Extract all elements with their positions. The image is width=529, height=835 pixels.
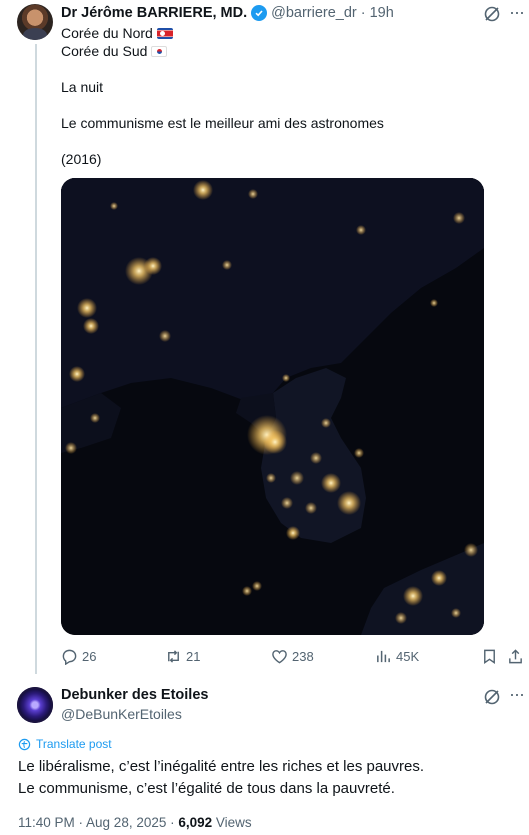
tweet-meta: 11:40 PM · Aug 28, 2025 · 6,092 Views bbox=[18, 815, 252, 830]
text-line-south-korea: Corée du Sud bbox=[61, 43, 148, 59]
reply-icon bbox=[62, 649, 77, 665]
views-count: 45K bbox=[396, 648, 420, 664]
reply-button[interactable]: 26 bbox=[61, 646, 96, 666]
heart-icon bbox=[272, 649, 287, 663]
author-handle-2[interactable]: @DeBunKerEtoiles bbox=[61, 706, 182, 722]
verified-badge-icon bbox=[251, 5, 268, 21]
tweet-timestamp[interactable]: 11:40 PM · Aug 28, 2025 · bbox=[18, 815, 178, 830]
korea-night-satellite-image[interactable] bbox=[61, 178, 484, 635]
text-line-communism-poverty: Le communisme, c’est l’égalité de tous d… bbox=[18, 780, 395, 797]
bookmark-icon bbox=[484, 649, 495, 664]
share-button[interactable] bbox=[507, 646, 524, 666]
like-button[interactable]: 238 bbox=[271, 646, 314, 666]
text-line-year: (2016) bbox=[61, 151, 102, 167]
author-name[interactable]: Dr Jérôme BARRIERE, MD. bbox=[61, 5, 247, 21]
author-name-2[interactable]: Debunker des Etoiles bbox=[61, 687, 208, 703]
text-line: Corée du Sud bbox=[61, 42, 384, 60]
translate-post-link[interactable]: Translate post bbox=[18, 737, 112, 751]
tweet-text-2: Le libéralisme, c’est l’inégalité entre … bbox=[18, 756, 424, 800]
bookmark-button[interactable] bbox=[481, 646, 498, 666]
text-line-north-korea: Corée du Nord bbox=[61, 25, 153, 41]
repost-button[interactable]: 21 bbox=[165, 646, 200, 666]
bar-chart-icon bbox=[377, 650, 390, 662]
views-button[interactable]: 45K bbox=[375, 646, 419, 666]
tweet-header: Dr Jérôme BARRIERE, MD. @barriere_dr · 1… bbox=[61, 4, 394, 22]
repost-count: 21 bbox=[186, 648, 201, 664]
translate-label: Translate post bbox=[36, 737, 112, 751]
north-korea-flag-icon bbox=[156, 27, 173, 39]
like-count: 238 bbox=[292, 648, 314, 664]
share-icon bbox=[509, 648, 522, 663]
tweet-text: Corée du Nord Corée du Sud La nuit Le co… bbox=[61, 24, 384, 168]
grok-icon-2[interactable] bbox=[483, 688, 501, 706]
south-korea-flag-icon bbox=[151, 45, 168, 57]
more-options-icon-2[interactable]: ··· bbox=[509, 684, 525, 705]
text-line-communism: Le communisme est le meilleur ami des as… bbox=[61, 115, 384, 131]
text-line-liberalism: Le libéralisme, c’est l’inégalité entre … bbox=[18, 758, 425, 775]
text-line-night: La nuit bbox=[61, 79, 104, 95]
thread-connector bbox=[35, 44, 37, 674]
author-avatar-2[interactable] bbox=[17, 687, 53, 723]
tweet-action-bar: 26 21 238 45K bbox=[61, 646, 523, 666]
author-avatar[interactable] bbox=[17, 4, 53, 40]
reply-count: 26 bbox=[82, 648, 97, 664]
translate-icon bbox=[18, 738, 31, 750]
grok-icon[interactable] bbox=[483, 5, 501, 23]
views-number: 6,092 bbox=[178, 815, 213, 830]
tweet-time[interactable]: 19h bbox=[370, 5, 394, 21]
views-label: Views bbox=[212, 815, 252, 830]
author-handle[interactable]: @barriere_dr bbox=[271, 5, 357, 21]
text-line: Corée du Nord bbox=[61, 24, 384, 42]
more-options-icon[interactable]: ··· bbox=[509, 2, 525, 23]
repost-icon bbox=[168, 649, 179, 663]
separator-dot: · bbox=[360, 5, 366, 21]
